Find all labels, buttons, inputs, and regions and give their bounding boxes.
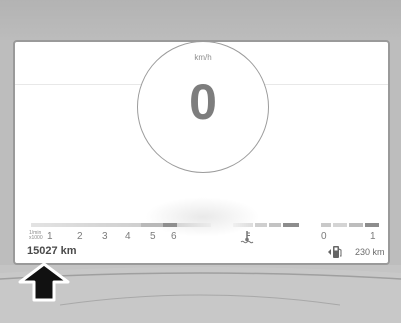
speed-value: 0: [189, 74, 217, 130]
tacho-tick-2: 2: [77, 231, 83, 242]
tacho-tick-3: 3: [102, 231, 108, 242]
fuel-pump-icon: [328, 246, 342, 258]
fuel-full-label: 1: [370, 231, 376, 242]
display-screen: km/h 0 1/min x1000 1 2 3 4 5 6 15027 km …: [13, 40, 390, 265]
fuel-bar: [321, 223, 379, 227]
coolant-temperature-icon: [240, 231, 254, 244]
instrument-cluster: km/h 0 1/min x1000 1 2 3 4 5 6 15027 km …: [0, 0, 401, 323]
tacho-tick-1: 1: [47, 231, 53, 242]
odometer-value: 15027 km: [27, 245, 77, 257]
temperature-bar: [233, 223, 299, 227]
pointer-arrow: [18, 262, 70, 302]
tachometer-unit-label: 1/min x1000: [29, 230, 43, 241]
tachometer-bar: [31, 223, 211, 227]
speedometer-dial: km/h 0: [137, 42, 269, 173]
tacho-tick-6: 6: [171, 231, 177, 242]
tacho-tick-5: 5: [150, 231, 156, 242]
fuel-empty-label: 0: [321, 231, 327, 242]
fuel-range: 230 km: [355, 247, 385, 257]
cluster-hood: [0, 0, 401, 40]
speed-unit: km/h: [194, 53, 212, 62]
tacho-tick-4: 4: [125, 231, 131, 242]
